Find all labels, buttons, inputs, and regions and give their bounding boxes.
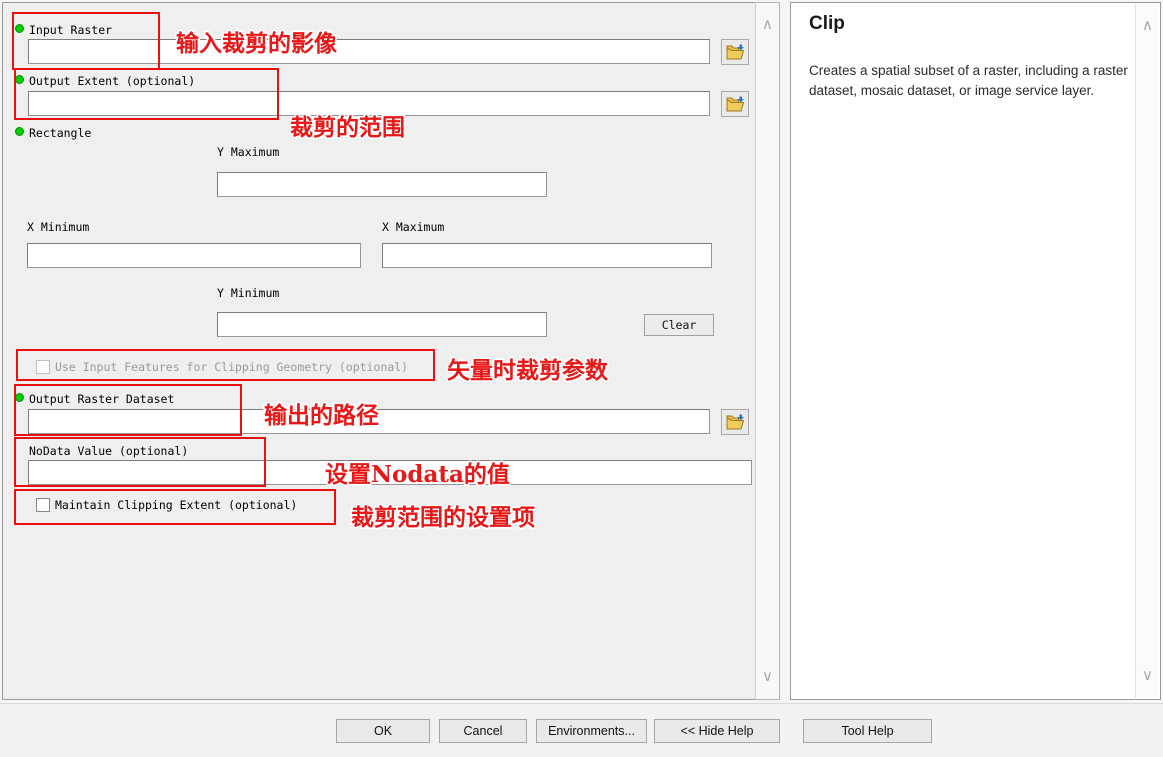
open-folder-icon bbox=[726, 44, 744, 59]
cancel-button[interactable]: Cancel bbox=[439, 719, 527, 743]
y-maximum-field[interactable] bbox=[217, 172, 547, 197]
input-raster-browse-button[interactable] bbox=[721, 39, 749, 65]
help-title: Clip bbox=[809, 13, 845, 34]
label-rectangle: Rectangle bbox=[29, 126, 92, 140]
annotation-note-use-input-features: 矢量时裁剪参数 bbox=[447, 357, 608, 384]
parameters-scrollbar[interactable]: ∧ ∨ bbox=[755, 2, 780, 700]
chevron-up-icon[interactable]: ∧ bbox=[760, 17, 776, 33]
open-folder-icon bbox=[726, 96, 744, 111]
chevron-down-icon[interactable]: ∨ bbox=[1140, 668, 1156, 684]
environments-button[interactable]: Environments... bbox=[536, 719, 647, 743]
help-scrollbar[interactable]: ∧ ∨ bbox=[1135, 4, 1159, 698]
open-folder-icon bbox=[726, 414, 744, 429]
parameters-panel: Input Raster Output Extent (optional) Re… bbox=[2, 2, 755, 700]
x-minimum-field[interactable] bbox=[27, 243, 361, 268]
hide-help-button[interactable]: << Hide Help bbox=[654, 719, 780, 743]
use-input-features-label: Use Input Features for Clipping Geometry… bbox=[55, 360, 409, 374]
label-input-raster: Input Raster bbox=[29, 23, 113, 37]
input-raster-field[interactable] bbox=[28, 39, 710, 64]
label-y-minimum: Y Minimum bbox=[217, 286, 280, 300]
maintain-clipping-extent-checkbox-row[interactable]: Maintain Clipping Extent (optional) bbox=[36, 498, 297, 512]
help-description: Creates a spatial subset of a raster, in… bbox=[809, 63, 1128, 98]
chevron-down-icon[interactable]: ∨ bbox=[760, 669, 776, 685]
required-marker-input-raster bbox=[15, 24, 24, 33]
use-input-features-checkbox[interactable] bbox=[36, 360, 50, 374]
annotation-note-nodata-value: 设置Nodata的值 bbox=[325, 461, 510, 488]
clip-tool-dialog: Input Raster Output Extent (optional) Re… bbox=[0, 0, 1163, 757]
ok-button[interactable]: OK bbox=[336, 719, 430, 743]
label-nodata-value: NoData Value (optional) bbox=[29, 444, 189, 458]
annotation-note-output-extent: 裁剪的范围 bbox=[290, 114, 405, 141]
use-input-features-checkbox-row[interactable]: Use Input Features for Clipping Geometry… bbox=[36, 360, 408, 374]
label-output-raster-dataset: Output Raster Dataset bbox=[29, 392, 175, 406]
y-minimum-field[interactable] bbox=[217, 312, 547, 337]
x-maximum-field[interactable] bbox=[382, 243, 712, 268]
output-raster-dataset-browse-button[interactable] bbox=[721, 409, 749, 435]
annotation-note-clipping-extent: 裁剪范围的设置项 bbox=[351, 504, 535, 531]
dialog-button-bar: OK Cancel Environments... << Hide Help T… bbox=[0, 703, 1163, 757]
required-marker-rectangle bbox=[15, 127, 24, 136]
maintain-clipping-extent-checkbox[interactable] bbox=[36, 498, 50, 512]
tool-help-button[interactable]: Tool Help bbox=[803, 719, 932, 743]
label-x-minimum: X Minimum bbox=[27, 220, 90, 234]
help-panel: Clip Creates a spatial subset of a raste… bbox=[790, 2, 1161, 700]
required-marker-output-extent bbox=[15, 75, 24, 84]
required-marker-output-raster-dataset bbox=[15, 393, 24, 402]
output-extent-browse-button[interactable] bbox=[721, 91, 749, 117]
maintain-clipping-extent-label: Maintain Clipping Extent (optional) bbox=[55, 498, 298, 512]
label-output-extent: Output Extent (optional) bbox=[29, 74, 196, 88]
label-x-maximum: X Maximum bbox=[382, 220, 445, 234]
annotation-note-output-path: 输出的路径 bbox=[264, 402, 379, 429]
label-y-maximum: Y Maximum bbox=[217, 145, 280, 159]
annotation-note-input-raster: 输入裁剪的影像 bbox=[176, 30, 337, 57]
clear-button[interactable]: Clear bbox=[644, 314, 714, 336]
chevron-up-icon[interactable]: ∧ bbox=[1140, 18, 1156, 34]
